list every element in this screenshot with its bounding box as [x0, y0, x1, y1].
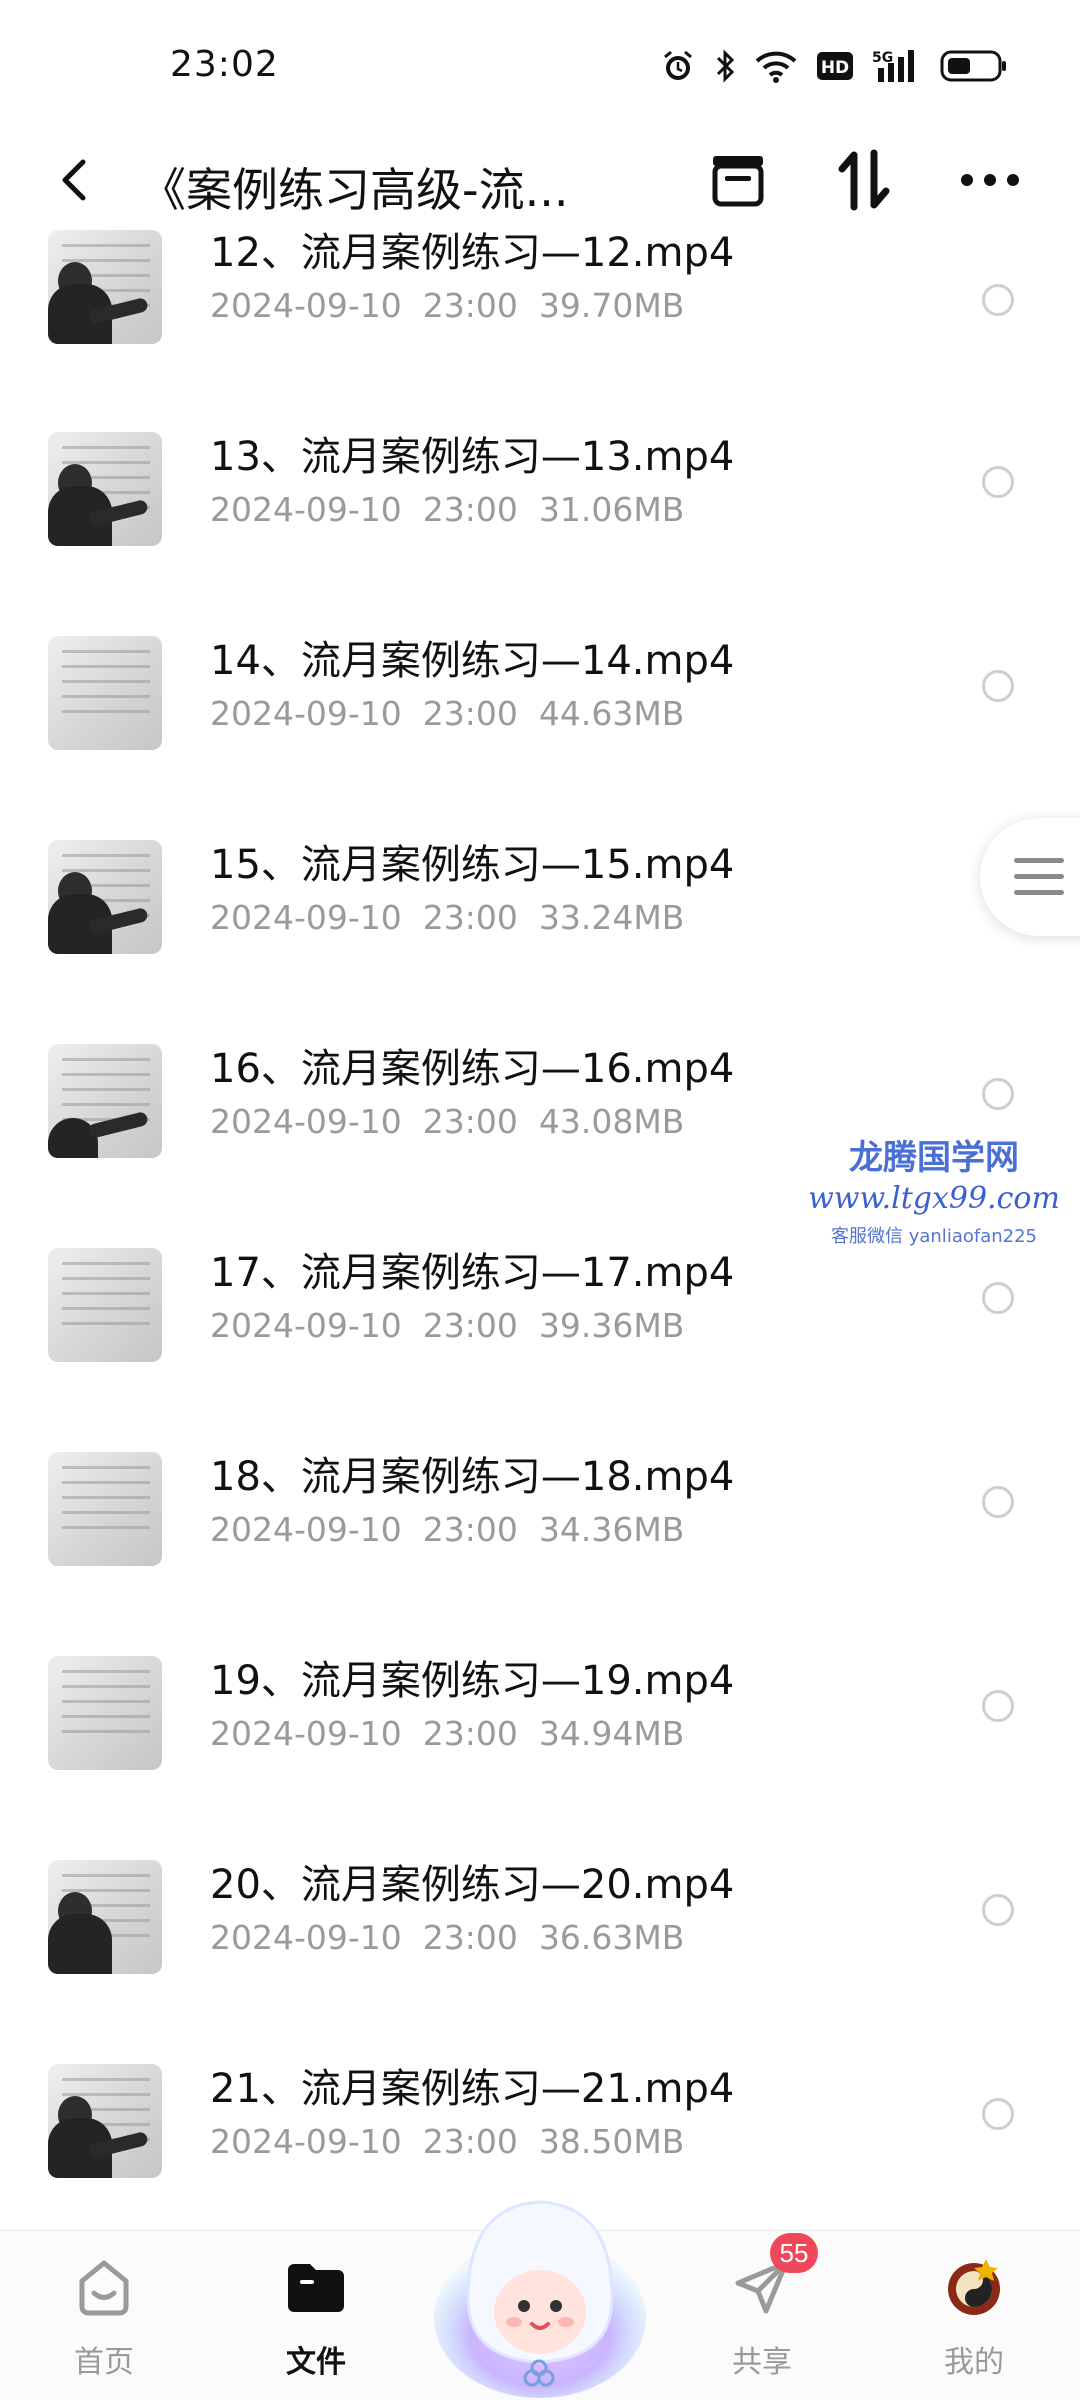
file-name: 14、流月案例练习—14.mp4 [210, 638, 735, 684]
file-name: 15、流月案例练习—15.mp4 [210, 842, 735, 888]
select-checkbox[interactable] [982, 1078, 1014, 1110]
back-icon [62, 159, 86, 201]
nav-label: 共享 [732, 2345, 792, 2380]
svg-text:HD: HD [821, 58, 849, 78]
wifi-icon [754, 46, 798, 86]
folder-icon [284, 2255, 348, 2319]
file-name: 19、流月案例练习—19.mp4 [210, 1658, 735, 1704]
file-row[interactable]: 18、流月案例练习—18.mp4 2024-09-10 23:00 34.36M… [0, 1452, 1080, 1656]
file-meta: 2024-09-10 23:00 36.63MB [210, 1918, 685, 1957]
file-name: 18、流月案例练习—18.mp4 [210, 1454, 735, 1500]
watermark: 龙腾国学网 www.ltgx99.com 客服微信 yanliaofan225 [804, 1130, 1064, 1248]
video-thumbnail [48, 840, 162, 954]
video-thumbnail [48, 432, 162, 546]
file-row[interactable]: 20、流月案例练习—20.mp4 2024-09-10 23:00 36.63M… [0, 1860, 1080, 2064]
file-meta: 2024-09-10 23:00 31.06MB [210, 490, 685, 529]
alarm-icon [660, 46, 696, 86]
home-icon [72, 2255, 136, 2319]
file-name: 16、流月案例练习—16.mp4 [210, 1046, 735, 1092]
file-row[interactable]: 14、流月案例练习—14.mp4 2024-09-10 23:00 44.63M… [0, 636, 1080, 840]
watermark-title: 龙腾国学网 [849, 1138, 1019, 1178]
file-meta: 2024-09-10 23:00 44.63MB [210, 694, 685, 733]
sort-icon [838, 149, 890, 211]
mascot-icon [434, 2200, 646, 2398]
nav-item-share[interactable]: 55 共享 [682, 2233, 842, 2381]
more-button[interactable] [958, 148, 1022, 212]
hd-icon: HD [816, 46, 854, 86]
page-title: 《案例练习高级-流... [140, 163, 569, 217]
file-name: 21、流月案例练习—21.mp4 [210, 2066, 735, 2112]
select-checkbox[interactable] [982, 2098, 1014, 2130]
select-checkbox[interactable] [982, 1894, 1014, 1926]
file-name: 20、流月案例练习—20.mp4 [210, 1862, 735, 1908]
select-checkbox[interactable] [982, 670, 1014, 702]
file-row[interactable]: 17、流月案例练习—17.mp4 2024-09-10 23:00 39.36M… [0, 1248, 1080, 1452]
select-checkbox[interactable] [982, 466, 1014, 498]
status-icons: HD 5G [660, 46, 1008, 86]
file-meta: 2024-09-10 23:00 34.94MB [210, 1714, 685, 1753]
header: 《案例练习高级-流... [0, 130, 1080, 230]
share-plane-icon: 55 [730, 2233, 818, 2319]
video-thumbnail [48, 1248, 162, 1362]
video-thumbnail [48, 1452, 162, 1566]
bluetooth-icon [714, 46, 736, 86]
select-checkbox[interactable] [982, 284, 1014, 316]
file-meta: 2024-09-10 23:00 39.70MB [210, 286, 685, 325]
watermark-url: www.ltgx99.com [808, 1181, 1060, 1216]
status-bar: 23:02 HD 5G [0, 0, 1080, 130]
battery-icon [940, 46, 1008, 86]
watermark-contact: 客服微信 yanliaofan225 [831, 1226, 1037, 1247]
more-icon [961, 174, 1019, 186]
video-thumbnail [48, 636, 162, 750]
select-checkbox[interactable] [982, 1690, 1014, 1722]
assistant-mascot-button[interactable] [428, 2178, 652, 2400]
select-checkbox[interactable] [982, 1486, 1014, 1518]
file-row[interactable]: 13、流月案例练习—13.mp4 2024-09-10 23:00 31.06M… [0, 432, 1080, 636]
file-name: 13、流月案例练习—13.mp4 [210, 434, 735, 480]
file-name: 12、流月案例练习—12.mp4 [210, 230, 735, 276]
file-meta: 2024-09-10 23:00 43.08MB [210, 1102, 685, 1141]
nav-label: 我的 [944, 2345, 1004, 2380]
back-button[interactable] [44, 150, 104, 210]
video-thumbnail [48, 1860, 162, 1974]
menu-lines-icon [1014, 858, 1064, 895]
file-meta: 2024-09-10 23:00 39.36MB [210, 1306, 685, 1345]
notification-badge: 55 [770, 2233, 818, 2273]
archive-icon [712, 156, 764, 207]
status-time: 23:02 [170, 44, 279, 85]
video-thumbnail [48, 1656, 162, 1770]
video-thumbnail [48, 2064, 162, 2178]
file-row[interactable]: 15、流月案例练习—15.mp4 2024-09-10 23:00 33.24M… [0, 840, 1080, 1044]
signal-5g-icon: 5G [872, 46, 922, 86]
archive-button[interactable] [706, 148, 770, 212]
nav-item-me[interactable]: 我的 [894, 2255, 1054, 2381]
file-name: 17、流月案例练习—17.mp4 [210, 1250, 735, 1296]
nav-label: 首页 [74, 2345, 134, 2380]
avatar-icon [942, 2255, 1006, 2319]
file-meta: 2024-09-10 23:00 38.50MB [210, 2122, 685, 2161]
video-thumbnail [48, 1044, 162, 1158]
video-thumbnail [48, 230, 162, 344]
sort-button[interactable] [832, 148, 896, 212]
file-meta: 2024-09-10 23:00 34.36MB [210, 1510, 685, 1549]
nav-item-files[interactable]: 文件 [236, 2255, 396, 2381]
file-row[interactable]: 19、流月案例练习—19.mp4 2024-09-10 23:00 34.94M… [0, 1656, 1080, 1860]
file-meta: 2024-09-10 23:00 33.24MB [210, 898, 685, 937]
nav-item-home[interactable]: 首页 [24, 2255, 184, 2381]
select-checkbox[interactable] [982, 1282, 1014, 1314]
nav-label: 文件 [286, 2345, 346, 2380]
